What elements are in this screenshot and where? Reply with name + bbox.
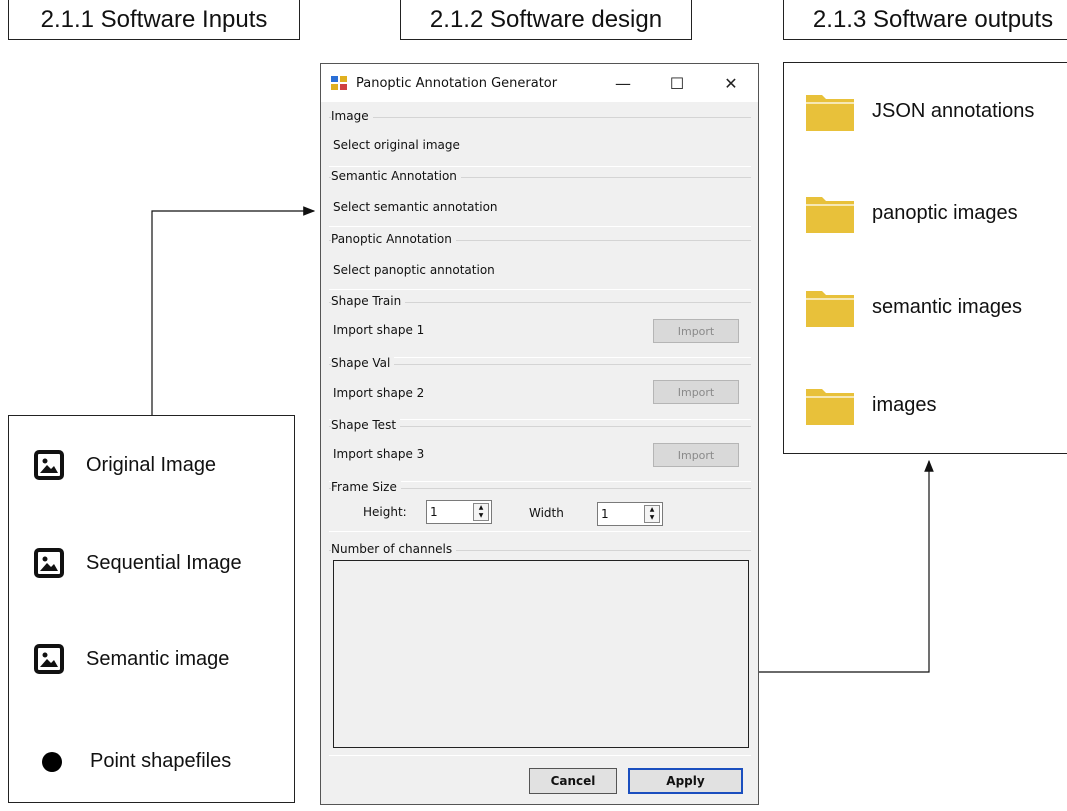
width-label: Width: [529, 506, 564, 520]
image-icon: [34, 644, 64, 674]
height-stepper[interactable]: 1 ▲ ▼: [426, 500, 492, 524]
import-shape-test-button[interactable]: Import: [653, 443, 739, 467]
minimize-button[interactable]: —: [596, 64, 650, 102]
import-shape-train-button[interactable]: Import: [653, 319, 739, 343]
output-item-images: images: [804, 383, 936, 427]
input-item-label: Semantic image: [86, 647, 230, 670]
input-item-original-image: Original Image: [34, 450, 216, 480]
inputs-panel: Original Image Sequential Image Semantic…: [8, 415, 295, 803]
folder-icon: [806, 95, 854, 131]
channels-group-label: Number of channels: [331, 542, 457, 556]
inputs-section-title: 2.1.1 Software Inputs: [8, 0, 300, 40]
frame-size-group: Frame Size Height: 1 ▲ ▼ Width 1 ▲ ▼: [329, 480, 751, 532]
design-to-outputs-arrow: [759, 459, 934, 673]
input-item-label: Point shapefiles: [90, 750, 232, 772]
shape-train-group: Shape Train Import shape 1 Import: [329, 294, 751, 358]
cancel-button[interactable]: Cancel: [529, 768, 617, 794]
inputs-to-design-arrow: [151, 206, 316, 415]
height-spinner-icon[interactable]: ▲ ▼: [473, 503, 489, 521]
select-semantic-annotation-label[interactable]: Select semantic annotation: [333, 200, 498, 214]
image-group-label: Image: [331, 109, 373, 123]
select-panoptic-annotation-label[interactable]: Select panoptic annotation: [333, 263, 495, 277]
input-item-semantic-image: Semantic image: [34, 644, 229, 674]
output-item-json-annotations: JSON annotations: [804, 89, 1034, 133]
close-button[interactable]: ✕: [704, 64, 758, 102]
width-spinner-icon[interactable]: ▲ ▼: [644, 505, 660, 523]
dialog-titlebar[interactable]: Panoptic Annotation Generator — ☐ ✕: [321, 64, 758, 102]
shape-test-group: Shape Test Import shape 3 Import: [329, 418, 751, 482]
maximize-button[interactable]: ☐: [650, 64, 704, 102]
input-item-label: Original Image: [86, 453, 217, 476]
output-item-semantic-images: semantic images: [804, 285, 1022, 329]
import-shape-3-label: Import shape 3: [333, 447, 425, 461]
import-shape-1-label: Import shape 1: [333, 323, 425, 337]
channels-list[interactable]: [333, 560, 749, 748]
output-item-label: JSON annotations: [872, 99, 1035, 122]
app-icon: [331, 76, 347, 90]
apply-button[interactable]: Apply: [628, 768, 743, 794]
folder-icon: [806, 389, 854, 425]
height-label: Height:: [363, 505, 407, 519]
output-item-label: panoptic images: [872, 201, 1018, 224]
panoptic-generator-dialog: Panoptic Annotation Generator — ☐ ✕ Imag…: [320, 63, 759, 805]
shape-val-group: Shape Val Import shape 2 Import: [329, 356, 751, 420]
panoptic-annotation-group: Panoptic Annotation Select panoptic anno…: [329, 232, 751, 290]
semantic-annotation-group: Semantic Annotation Select semantic anno…: [329, 169, 751, 227]
outputs-section-title: 2.1.3 Software outputs: [783, 0, 1067, 40]
panoptic-annotation-group-label: Panoptic Annotation: [331, 232, 456, 246]
output-item-panoptic-images: panoptic images: [804, 191, 1018, 235]
dialog-title: Panoptic Annotation Generator: [356, 75, 558, 91]
select-original-image-label[interactable]: Select original image: [333, 138, 460, 152]
input-item-sequential-image: Sequential Image: [34, 548, 242, 578]
shape-val-group-label: Shape Val: [331, 356, 395, 370]
width-value: 1: [601, 507, 609, 521]
input-item-point-shapefiles: Point shapefiles: [34, 750, 231, 773]
width-stepper[interactable]: 1 ▲ ▼: [597, 502, 663, 526]
import-shape-2-label: Import shape 2: [333, 386, 425, 400]
image-group: Image Select original image: [329, 109, 751, 167]
shape-test-group-label: Shape Test: [331, 418, 401, 432]
folder-icon: [806, 291, 854, 327]
semantic-annotation-group-label: Semantic Annotation: [331, 169, 461, 183]
input-item-label: Sequential Image: [86, 551, 242, 574]
import-shape-val-button[interactable]: Import: [653, 380, 739, 404]
design-section-title: 2.1.2 Software design: [400, 0, 692, 40]
outputs-panel: JSON annotations panoptic images semanti…: [783, 62, 1067, 454]
height-value: 1: [430, 505, 438, 519]
shape-train-group-label: Shape Train: [331, 294, 406, 308]
image-icon: [34, 450, 64, 480]
output-item-label: images: [872, 393, 937, 416]
image-icon: [34, 548, 64, 578]
point-icon: [42, 751, 62, 772]
folder-icon: [806, 197, 854, 233]
frame-size-group-label: Frame Size: [331, 480, 401, 494]
output-item-label: semantic images: [872, 295, 1023, 318]
